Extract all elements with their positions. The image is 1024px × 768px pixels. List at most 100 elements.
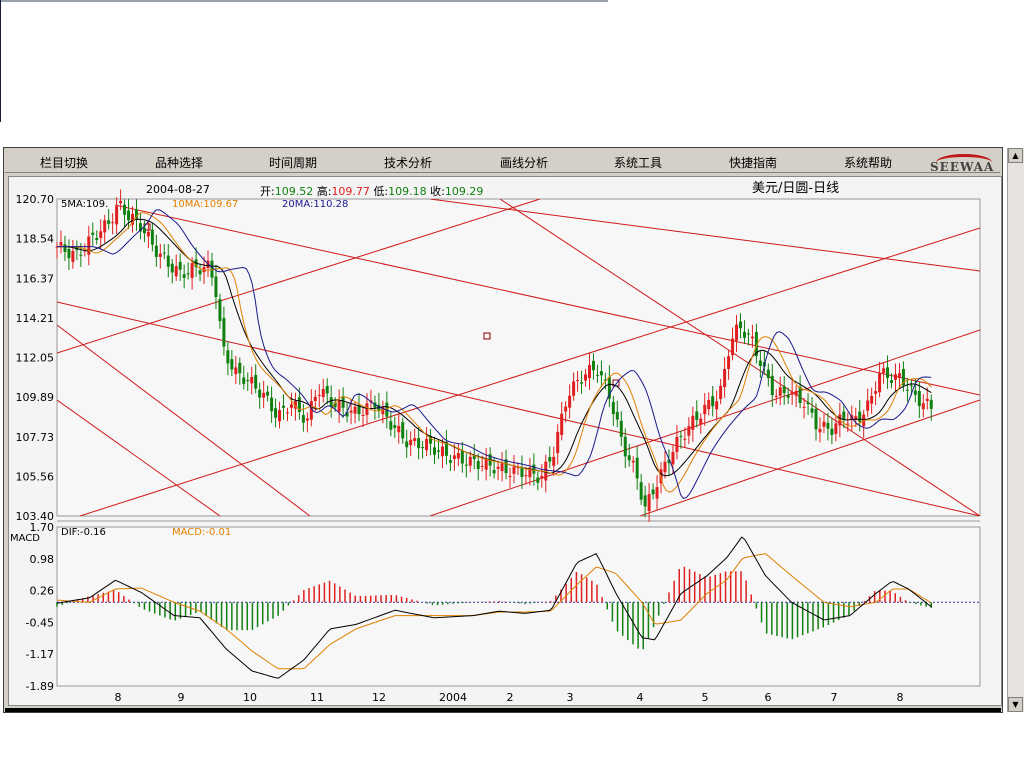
- candle-body: [91, 232, 95, 235]
- candle-body: [619, 420, 623, 437]
- candle-body: [739, 321, 743, 329]
- candle-body: [186, 273, 190, 275]
- candle-body: [301, 415, 305, 423]
- price-y-tick-label: 114.21: [16, 312, 55, 325]
- candle-body: [858, 411, 862, 422]
- candle-body: [87, 236, 91, 255]
- candle-body: [671, 451, 675, 465]
- candle-body: [71, 250, 75, 262]
- candle-body: [560, 413, 564, 436]
- candle-body: [218, 299, 222, 322]
- candle-body: [500, 463, 504, 472]
- candle-body: [349, 410, 353, 413]
- candle-body: [556, 431, 560, 454]
- dif-legend: DIF:-0.16: [61, 527, 106, 538]
- candle-body: [587, 365, 591, 379]
- bottom-bar: [5, 708, 1001, 712]
- x-tick-label: 9: [178, 691, 185, 704]
- x-tick-label: 2: [507, 691, 514, 704]
- candle-body: [655, 487, 659, 499]
- candle-body: [870, 396, 874, 404]
- candle-body: [305, 418, 309, 421]
- candle-body: [925, 398, 929, 402]
- x-tick-label: 5: [702, 691, 709, 704]
- candle-body: [321, 388, 325, 397]
- candle-body: [123, 204, 127, 215]
- candle-body: [723, 369, 727, 387]
- candle-body: [289, 404, 293, 408]
- candle-body: [572, 381, 576, 396]
- candle-body: [393, 425, 397, 428]
- candle-body: [353, 406, 357, 414]
- price-y-tick-label: 107.73: [16, 431, 55, 444]
- candle-body: [337, 400, 341, 412]
- candle-body: [421, 447, 425, 449]
- candle-body: [584, 374, 588, 381]
- ma10-legend: 10MA:109.67: [172, 199, 238, 210]
- candle-body: [270, 397, 274, 412]
- candle-body: [405, 441, 409, 448]
- candle-body: [230, 359, 234, 370]
- price-y-tick-label: 112.05: [16, 352, 55, 365]
- candle-body: [480, 465, 484, 467]
- candle-body: [746, 333, 750, 335]
- candle-body: [285, 412, 289, 414]
- candle-body: [258, 389, 262, 398]
- candle-body: [798, 386, 802, 404]
- candle-body: [198, 270, 202, 275]
- candle-body: [162, 252, 166, 254]
- candle-body: [893, 374, 897, 380]
- candle-body: [802, 406, 806, 408]
- candle-body: [452, 455, 456, 459]
- candle-body: [238, 362, 242, 374]
- candle-body: [278, 410, 282, 422]
- candle-body: [95, 237, 99, 241]
- candle-body: [929, 399, 933, 409]
- candle-body: [158, 253, 162, 257]
- macd-y-tick-label: 0.26: [30, 585, 55, 598]
- candle-body: [127, 210, 131, 221]
- candle-body: [448, 460, 452, 463]
- price-y-tick-label: 109.89: [16, 391, 55, 404]
- candle-body: [115, 206, 119, 225]
- candle-body: [389, 421, 393, 430]
- candle-body: [119, 200, 123, 204]
- macd-legend: MACD:-0.01: [172, 527, 231, 538]
- candle-body: [687, 426, 691, 436]
- candle-body: [329, 397, 333, 407]
- candle-body: [703, 404, 707, 415]
- candle-body: [591, 360, 595, 371]
- ma20-legend: 20MA:110.28: [282, 199, 348, 210]
- candle-body: [365, 403, 369, 415]
- candle-body: [317, 394, 321, 396]
- candle-body: [282, 405, 286, 408]
- x-tick-label: 6: [765, 691, 772, 704]
- candle-body: [154, 245, 158, 257]
- macd-y-tick-label: -1.17: [26, 648, 54, 661]
- candle-body: [913, 390, 917, 395]
- x-tick-label: 2004: [439, 691, 467, 704]
- candle-body: [826, 422, 830, 429]
- candle-body: [496, 466, 500, 469]
- candle-body: [878, 372, 882, 393]
- candle-body: [250, 377, 254, 384]
- macd-y-tick-label: -1.89: [26, 680, 54, 693]
- candle-body: [540, 475, 544, 479]
- candle-body: [675, 436, 679, 452]
- candle-body: [313, 396, 317, 402]
- candle-body: [639, 482, 643, 500]
- candle-body: [580, 382, 584, 384]
- x-tick-label: 7: [831, 691, 838, 704]
- candle-body: [611, 401, 615, 415]
- candlestick-macd-chart[interactable]: 120.70 118.54 116.37 114.21 112.05 109.89 107.…: [0, 0, 1024, 768]
- candle-body: [874, 391, 878, 394]
- candle-body: [174, 266, 178, 277]
- candle-body: [59, 242, 63, 246]
- candle-body: [262, 392, 266, 398]
- candle-body: [627, 455, 631, 461]
- x-tick-label: 11: [310, 691, 324, 704]
- x-tick-label: 3: [567, 691, 574, 704]
- candle-body: [226, 350, 230, 364]
- candle-body: [178, 261, 182, 270]
- candle-body: [568, 395, 572, 408]
